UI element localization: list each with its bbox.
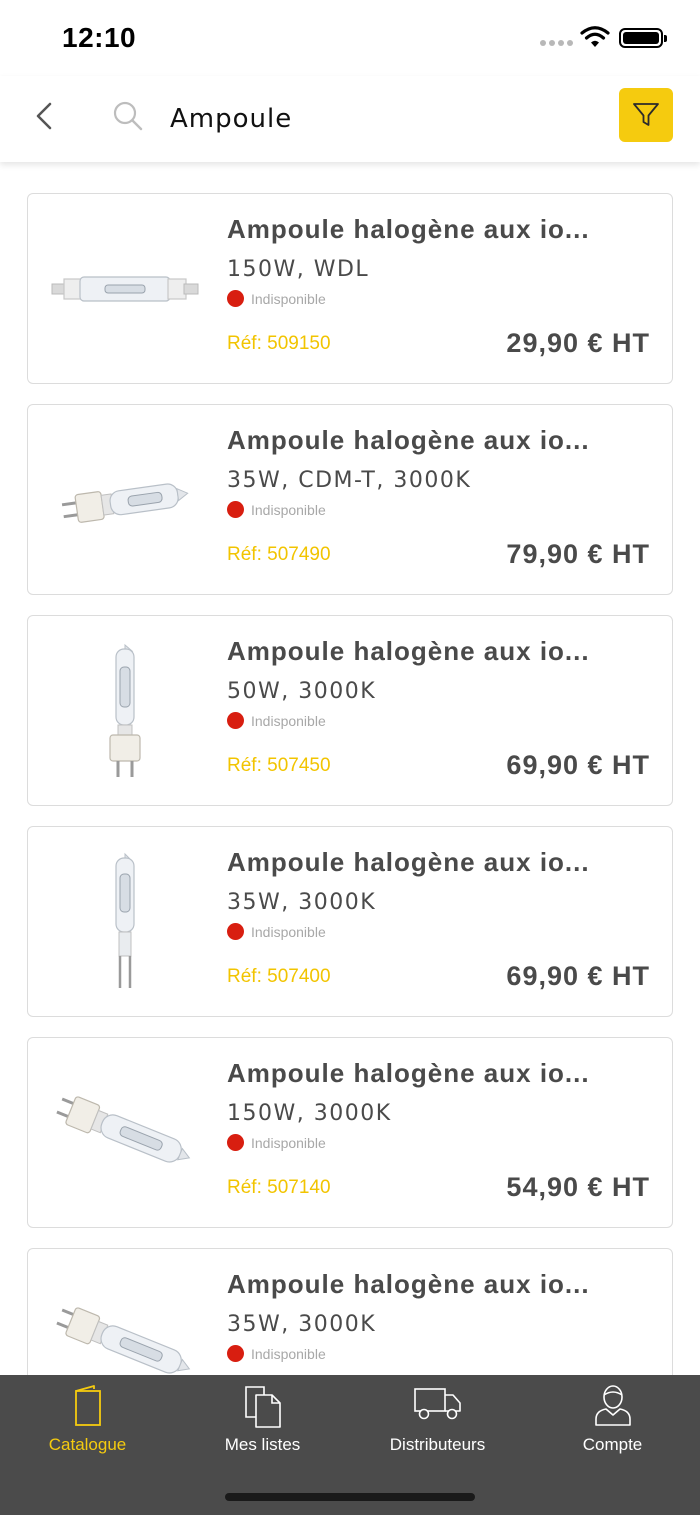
unavailable-dot-icon bbox=[227, 1134, 244, 1151]
cellular-signal-icon bbox=[540, 40, 573, 46]
bulb-g12-diagonal-icon bbox=[56, 1307, 191, 1374]
availability-status: Indisponible bbox=[227, 712, 326, 729]
filter-icon bbox=[633, 103, 659, 126]
availability-label: Indisponible bbox=[251, 923, 326, 940]
product-price: 69,90 € HT bbox=[506, 961, 650, 991]
unavailable-dot-icon bbox=[227, 923, 244, 940]
tab-compte[interactable]: Compte bbox=[525, 1375, 700, 1465]
product-title: Ampoule halogène aux io... bbox=[227, 214, 590, 244]
unavailable-dot-icon bbox=[227, 1345, 244, 1362]
filter-button[interactable] bbox=[619, 88, 673, 142]
product-card[interactable]: Ampoule halogène aux io... 35W, 3000K In… bbox=[27, 826, 673, 1017]
product-card[interactable]: Ampoule halogène aux io... 150W, 3000K I… bbox=[27, 1037, 673, 1228]
bulb-g12-vertical-icon bbox=[109, 643, 141, 777]
product-reference: Réf: 509150 bbox=[227, 333, 331, 354]
product-title: Ampoule halogène aux io... bbox=[227, 1269, 590, 1299]
availability-status: Indisponible bbox=[227, 1134, 326, 1151]
product-reference: Réf: 507140 bbox=[227, 1177, 331, 1198]
product-specs: 35W, 3000K bbox=[227, 1312, 377, 1337]
tab-distributeurs[interactable]: Distributeurs bbox=[350, 1375, 525, 1465]
availability-status: Indisponible bbox=[227, 923, 326, 940]
bulb-double-ended-icon bbox=[51, 276, 199, 302]
tab-label: Distributeurs bbox=[389, 1435, 486, 1454]
product-reference: Réf: 507450 bbox=[227, 755, 331, 776]
bulb-pin-vertical-icon bbox=[115, 852, 135, 988]
unavailable-dot-icon bbox=[227, 501, 244, 518]
bulb-g12-tilted-icon bbox=[61, 483, 189, 523]
product-list: Ampoule halogène aux io... 150W, WDL Ind… bbox=[0, 162, 700, 1375]
tab-mes-listes[interactable]: Mes listes bbox=[175, 1375, 350, 1465]
chevron-left-icon bbox=[36, 102, 52, 130]
product-title: Ampoule halogène aux io... bbox=[227, 425, 590, 455]
status-bar: 12:10 bbox=[0, 0, 700, 76]
product-price: 69,90 € HT bbox=[506, 750, 650, 780]
product-specs: 35W, CDM-T, 3000K bbox=[227, 468, 472, 493]
account-icon bbox=[594, 1385, 631, 1426]
wifi-icon bbox=[580, 26, 610, 47]
product-title: Ampoule halogène aux io... bbox=[227, 1058, 590, 1088]
lists-icon bbox=[244, 1386, 281, 1428]
availability-label: Indisponible bbox=[251, 712, 326, 729]
tab-label: Compte bbox=[582, 1435, 643, 1454]
product-title: Ampoule halogène aux io... bbox=[227, 636, 590, 666]
bulb-g12-diagonal-icon bbox=[56, 1096, 191, 1163]
availability-status: Indisponible bbox=[227, 290, 326, 307]
unavailable-dot-icon bbox=[227, 712, 244, 729]
availability-label: Indisponible bbox=[251, 501, 326, 518]
availability-label: Indisponible bbox=[251, 290, 326, 307]
catalogue-icon bbox=[74, 1385, 101, 1426]
search-header bbox=[0, 76, 700, 162]
product-card[interactable]: Ampoule halogène aux io... 50W, 3000K In… bbox=[27, 615, 673, 806]
product-reference: Réf: 507400 bbox=[227, 966, 331, 987]
product-title: Ampoule halogène aux io... bbox=[227, 847, 590, 877]
product-reference: Réf: 507490 bbox=[227, 544, 331, 565]
tab-bar: Catalogue Mes listes Distributeurs Compt… bbox=[0, 1375, 700, 1515]
search-input[interactable] bbox=[170, 96, 590, 142]
tab-label: Mes listes bbox=[224, 1435, 301, 1454]
tab-label: Catalogue bbox=[48, 1435, 127, 1454]
product-card[interactable]: Ampoule halogène aux io... 35W, CDM-T, 3… bbox=[27, 404, 673, 595]
availability-status: Indisponible bbox=[227, 501, 326, 518]
unavailable-dot-icon bbox=[227, 290, 244, 307]
battery-icon bbox=[619, 28, 667, 48]
product-specs: 50W, 3000K bbox=[227, 679, 377, 704]
product-specs: 35W, 3000K bbox=[227, 890, 377, 915]
product-price: 79,90 € HT bbox=[506, 539, 650, 569]
availability-label: Indisponible bbox=[251, 1345, 326, 1362]
product-specs: 150W, WDL bbox=[227, 257, 370, 282]
home-indicator bbox=[225, 1493, 475, 1501]
product-specs: 150W, 3000K bbox=[227, 1101, 392, 1126]
tab-catalogue[interactable]: Catalogue bbox=[0, 1375, 175, 1465]
back-button[interactable] bbox=[28, 96, 62, 136]
truck-icon bbox=[413, 1388, 461, 1420]
search-icon bbox=[113, 101, 143, 131]
product-card[interactable]: Ampoule halogène aux io... 35W, 3000K In… bbox=[27, 1248, 673, 1375]
product-card[interactable]: Ampoule halogène aux io... 150W, WDL Ind… bbox=[27, 193, 673, 384]
product-price: 54,90 € HT bbox=[506, 1172, 650, 1202]
availability-label: Indisponible bbox=[251, 1134, 326, 1151]
product-price: 29,90 € HT bbox=[506, 328, 650, 358]
availability-status: Indisponible bbox=[227, 1345, 326, 1362]
status-time: 12:10 bbox=[62, 22, 137, 53]
